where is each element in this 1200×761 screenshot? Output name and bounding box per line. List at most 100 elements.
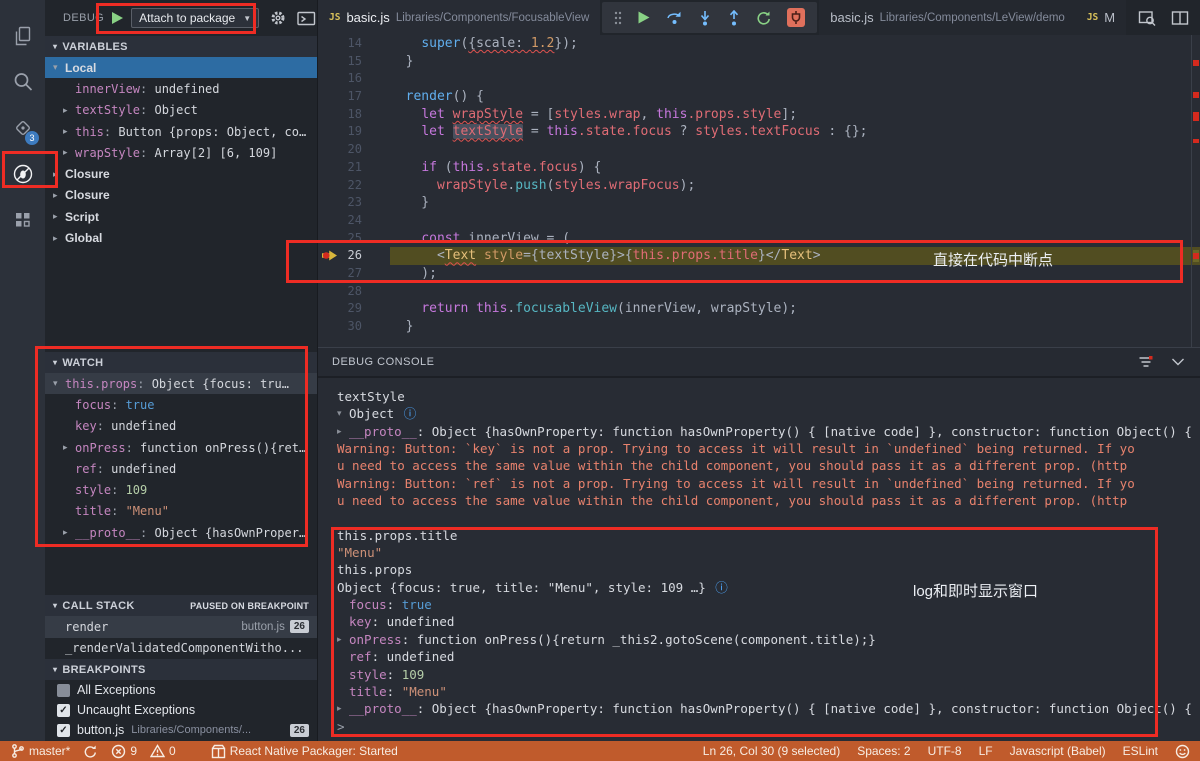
code-line-14[interactable]: 14 super({scale: 1.2}); [318,35,1200,53]
status-packager[interactable]: React Native Packager: Started [211,744,398,759]
grip-icon[interactable] [614,11,622,25]
step-out-icon[interactable] [727,10,741,26]
code-editor[interactable]: 14 super({scale: 1.2});15 }1617 render()… [318,35,1200,347]
tree-row[interactable]: style: 109 [45,479,317,500]
code-token [390,248,437,263]
tree-row[interactable]: ▸wrapStyle: Array[2] [6, 109] [45,142,317,163]
code-token: styles.textFocus [695,124,820,139]
code-line-28[interactable]: 28 [318,283,1200,301]
activity-search-icon[interactable] [0,59,45,105]
tree-row[interactable]: ▸onPress: function onPress(){ret… [45,437,317,458]
overview-ruler[interactable] [1191,35,1200,347]
gutter: 28 [318,283,382,301]
tree-row[interactable]: ▸Global [45,227,317,248]
status-label: Javascript (Babel) [1010,744,1106,758]
tree-row[interactable]: key: undefined [45,416,317,437]
code-line-15[interactable]: 15 } [318,53,1200,71]
twisty-icon [337,666,349,683]
continue-icon[interactable] [637,10,651,25]
code-token [468,301,476,316]
status-language-mode[interactable]: Javascript (Babel) [1010,744,1106,758]
breakpoint-item[interactable]: ✓Uncaught Exceptions [45,700,317,720]
breakpoints-header[interactable]: ▾BREAKPOINTS [45,659,317,680]
open-debug-console-icon[interactable] [297,11,316,26]
status-encoding[interactable]: UTF-8 [928,744,962,758]
disconnect-icon[interactable] [787,8,805,27]
status-feedback[interactable] [1175,744,1190,759]
stack-frame[interactable]: renderbutton.js26 [45,616,317,638]
code-line-30[interactable]: 30 } [318,318,1200,336]
code-line-17[interactable]: 17 render() { [318,88,1200,106]
tree-row[interactable]: ▸this: Button {props: Object, co… [45,121,317,142]
code-line-16[interactable]: 16 [318,70,1200,88]
branch-icon [10,743,25,759]
variables-header[interactable]: ▾VARIABLES [45,36,317,57]
status-sync[interactable] [83,744,98,759]
tree-row[interactable]: ▸textStyle: Object [45,100,317,121]
tree-row[interactable]: ref: undefined [45,458,317,479]
code-token [445,107,453,122]
tree-row[interactable]: innerView: undefined [45,78,317,99]
status-eslint[interactable]: ESLint [1123,744,1158,758]
tree-row[interactable]: ▸Closure [45,185,317,206]
code-line-25[interactable]: 25 const innerView = ( [318,230,1200,248]
activity-debug-icon[interactable] [0,151,45,197]
debug-console-output[interactable]: textStyle▾Object ⓘ▸__proto__: Object {ha… [318,378,1200,741]
code-line-18[interactable]: 18 let wrapStyle = [styles.wrap, this.pr… [318,106,1200,124]
tab-basic.js[interactable]: basic.jsLibraries/Components/LeView/demo [819,0,1076,35]
status-cursor-position[interactable]: Ln 26, Col 30 (9 selected) [703,744,840,758]
variable-value: 109 [126,483,148,497]
collapse-panel-icon[interactable] [1170,356,1186,368]
breakpoint-paused-icon [321,249,338,262]
status-warnings[interactable]: 0 [150,744,176,758]
tree-row[interactable]: ▸__proto__: Object {hasOwnProper… [45,522,317,543]
tree-row[interactable]: title: "Menu" [45,501,317,522]
restart-icon[interactable] [756,10,772,26]
code-line-21[interactable]: 21 if (this.state.focus) { [318,159,1200,177]
status-errors[interactable]: 9 [111,744,137,759]
tree-row[interactable]: ▾this.props: Object {focus: tru… [45,373,317,394]
debug-config-dropdown[interactable]: Attach to package ▼ [131,8,259,28]
tree-row[interactable]: ▸Closure [45,163,317,184]
gutter: 14 [318,35,382,53]
tree-row[interactable]: ▾Local [45,57,317,78]
line-content: let textStyle = this.state.focus ? style… [390,123,1200,141]
code-line-23[interactable]: 23 } [318,194,1200,212]
step-into-icon[interactable] [698,10,712,26]
activity-extensions-icon[interactable] [0,197,45,243]
code-line-19[interactable]: 19 let textStyle = this.state.focus ? st… [318,123,1200,141]
activity-files-icon[interactable] [0,13,45,59]
code-token: super [421,36,460,51]
tree-row[interactable]: focus: true [45,394,317,415]
tree-row[interactable]: ▸Script [45,206,317,227]
breakpoint-item[interactable]: ✓button.jsLibraries/Components/...26 [45,720,317,740]
gear-icon[interactable] [270,10,286,26]
code-line-20[interactable]: 20 [318,141,1200,159]
code-line-22[interactable]: 22 wrapStyle.push(styles.wrapFocus); [318,177,1200,195]
status-git-branch[interactable]: master* [10,743,70,759]
filter-icon[interactable] [1138,355,1154,369]
watch-header[interactable]: ▾WATCH [45,352,317,373]
tab-basic.js[interactable]: JSbasic.jsLibraries/Components/Focusable… [318,0,600,35]
status-eol[interactable]: LF [979,744,993,758]
call-stack-header[interactable]: ▾CALL STACKPAUSED ON BREAKPOINT [45,595,317,616]
code-line-26[interactable]: 26 <Text style={textStyle}>{this.props.t… [318,247,1200,265]
step-over-icon[interactable] [666,10,683,25]
stack-frame[interactable]: _renderValidatedComponentWitho... [45,638,317,660]
code-token: .state.focus [578,124,672,139]
preview-icon[interactable] [1138,10,1156,26]
split-editor-icon[interactable] [1171,10,1189,26]
console-prompt[interactable]: > [337,718,1200,735]
tab-M[interactable]: JSM [1076,0,1126,35]
code-line-27[interactable]: 27 ); [318,265,1200,283]
console-line: this.props.title [337,527,1200,544]
status-indentation[interactable]: Spaces: 2 [857,744,910,758]
breakpoint-item[interactable]: All Exceptions [45,680,317,700]
start-debug-button[interactable] [111,11,124,25]
activity-source-control-icon[interactable]: 3 [0,105,45,151]
code-line-24[interactable]: 24 [318,212,1200,230]
console-token: ref [349,648,372,665]
twisty-icon: ▸ [53,190,65,201]
code-line-29[interactable]: 29 return this.focusableView(innerView, … [318,300,1200,318]
line-content: <Text style={textStyle}>{this.props.titl… [390,247,1200,265]
